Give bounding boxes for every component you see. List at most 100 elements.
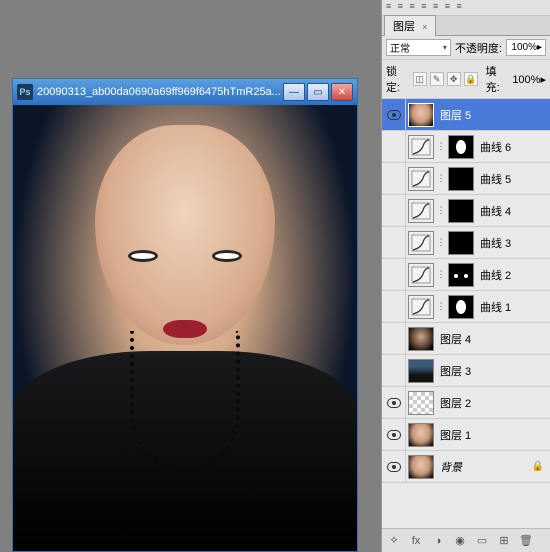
blend-row: 正常 ▾ 不透明度: 100%▸ [382, 36, 550, 60]
eye-icon [387, 462, 401, 472]
document-window: Ps 20090313_ab00da0690a69ff969f6475hTmR2… [12, 78, 358, 552]
visibility-toggle[interactable] [382, 291, 406, 322]
layer-row[interactable]: ⋮ 曲线 5 [382, 163, 550, 195]
layer-name[interactable]: 图层 1 [436, 427, 550, 443]
adjustment-icon[interactable]: ◉ [452, 533, 468, 549]
add-mask-icon[interactable]: ◑ [430, 533, 446, 549]
visibility-toggle[interactable] [382, 99, 406, 130]
visibility-toggle[interactable] [382, 227, 406, 258]
layer-mask-thumbnail[interactable] [448, 231, 474, 255]
visibility-toggle[interactable] [382, 387, 406, 418]
opacity-field[interactable]: 100%▸ [506, 39, 546, 56]
visibility-toggle[interactable] [382, 323, 406, 354]
lock-transparent-icon[interactable]: ◫ [413, 72, 427, 86]
layer-thumbnail[interactable] [408, 231, 434, 255]
layer-thumbnail[interactable] [408, 167, 434, 191]
document-title: 20090313_ab00da0690a69ff969f6475hTmR25a.… [37, 86, 283, 98]
eye-icon [387, 398, 401, 408]
visibility-toggle[interactable] [382, 419, 406, 450]
layers-panel: ≡ ≡ ≡ ≡ ≡ ≡ ≡ 图层 × 正常 ▾ 不透明度: 100%▸ 锁定: … [381, 0, 550, 552]
minimize-button[interactable]: — [283, 83, 305, 101]
link-icon[interactable]: ⋮ [436, 173, 446, 184]
fx-icon[interactable]: fx [408, 533, 424, 549]
lock-all-icon[interactable]: 🔒 [464, 72, 478, 86]
fill-value: 100% [512, 74, 540, 86]
visibility-toggle[interactable] [382, 195, 406, 226]
link-layers-icon[interactable]: ⟡ [386, 533, 402, 549]
link-icon[interactable]: ⋮ [436, 141, 446, 152]
layer-name[interactable]: 曲线 3 [476, 235, 550, 251]
portrait-necklace [130, 331, 240, 471]
eye-icon [387, 430, 401, 440]
layer-mask-thumbnail[interactable] [448, 295, 474, 319]
chevron-down-icon: ▾ [443, 43, 447, 52]
layer-mask-thumbnail[interactable] [448, 263, 474, 287]
layer-name[interactable]: 图层 3 [436, 363, 550, 379]
visibility-toggle[interactable] [382, 131, 406, 162]
layer-thumbnail[interactable] [408, 263, 434, 287]
layer-thumbnail[interactable] [408, 103, 434, 127]
layer-row[interactable]: 图层 4 [382, 323, 550, 355]
visibility-toggle[interactable] [382, 259, 406, 290]
lock-pixels-icon[interactable]: ✎ [430, 72, 444, 86]
link-icon[interactable]: ⋮ [436, 301, 446, 312]
layer-mask-thumbnail[interactable] [448, 199, 474, 223]
layer-name[interactable]: 曲线 1 [476, 299, 550, 315]
blend-mode-value: 正常 [390, 40, 410, 55]
portrait-eye [212, 250, 242, 262]
layer-thumbnail[interactable] [408, 199, 434, 223]
layer-mask-thumbnail[interactable] [448, 167, 474, 191]
link-icon[interactable]: ⋮ [436, 237, 446, 248]
layer-name[interactable]: 曲线 6 [476, 139, 550, 155]
canvas[interactable] [13, 105, 357, 551]
layer-row[interactable]: 图层 5 [382, 99, 550, 131]
blend-mode-dropdown[interactable]: 正常 ▾ [386, 39, 451, 56]
layer-name[interactable]: 曲线 4 [476, 203, 550, 219]
layer-row[interactable]: ⋮ 曲线 1 [382, 291, 550, 323]
layer-row[interactable]: 图层 3 [382, 355, 550, 387]
layer-thumbnail[interactable] [408, 135, 434, 159]
app-icon: Ps [17, 84, 33, 100]
layer-name[interactable]: 背景 [436, 459, 532, 475]
layer-thumbnail[interactable] [408, 391, 434, 415]
visibility-toggle[interactable] [382, 355, 406, 386]
maximize-button[interactable]: ▭ [307, 83, 329, 101]
trash-icon[interactable]: 🗑 [518, 533, 534, 549]
portrait-eye [128, 250, 158, 262]
layer-thumbnail[interactable] [408, 359, 434, 383]
panel-menubar[interactable]: ≡ ≡ ≡ ≡ ≡ ≡ ≡ [382, 0, 550, 16]
new-layer-icon[interactable]: ⊞ [496, 533, 512, 549]
layer-row[interactable]: ⋮ 曲线 6 [382, 131, 550, 163]
lock-position-icon[interactable]: ✥ [447, 72, 461, 86]
layer-thumbnail[interactable] [408, 295, 434, 319]
eye-icon [387, 110, 401, 120]
layer-thumbnail[interactable] [408, 455, 434, 479]
layer-row[interactable]: ⋮ 曲线 2 [382, 259, 550, 291]
group-icon[interactable]: ▭ [474, 533, 490, 549]
tab-close-icon[interactable]: × [422, 22, 427, 32]
layer-row[interactable]: ⋮ 曲线 4 [382, 195, 550, 227]
link-icon[interactable]: ⋮ [436, 205, 446, 216]
tab-label: 图层 [393, 21, 415, 33]
fill-field[interactable]: 100%▸ [512, 73, 546, 86]
link-icon[interactable]: ⋮ [436, 269, 446, 280]
titlebar[interactable]: Ps 20090313_ab00da0690a69ff969f6475hTmR2… [13, 79, 357, 105]
opacity-label: 不透明度: [455, 40, 502, 56]
layers-list[interactable]: 图层 5 ⋮ 曲线 6 ⋮ 曲线 5 ⋮ 曲线 4 ⋮ 曲线 3 ⋮ 曲线 2 ⋮ 曲线 1 图层 4 图层… [382, 99, 550, 528]
layer-name[interactable]: 图层 4 [436, 331, 550, 347]
layer-row[interactable]: 图层 1 [382, 419, 550, 451]
layer-name[interactable]: 图层 2 [436, 395, 550, 411]
layer-name[interactable]: 曲线 2 [476, 267, 550, 283]
close-button[interactable]: ✕ [331, 83, 353, 101]
layer-row[interactable]: 背景🔒 [382, 451, 550, 483]
layer-name[interactable]: 图层 5 [436, 107, 550, 123]
layer-thumbnail[interactable] [408, 423, 434, 447]
visibility-toggle[interactable] [382, 163, 406, 194]
layer-thumbnail[interactable] [408, 327, 434, 351]
layer-row[interactable]: ⋮ 曲线 3 [382, 227, 550, 259]
tab-layers[interactable]: 图层 × [384, 15, 436, 36]
layer-mask-thumbnail[interactable] [448, 135, 474, 159]
visibility-toggle[interactable] [382, 451, 406, 482]
layer-name[interactable]: 曲线 5 [476, 171, 550, 187]
layer-row[interactable]: 图层 2 [382, 387, 550, 419]
